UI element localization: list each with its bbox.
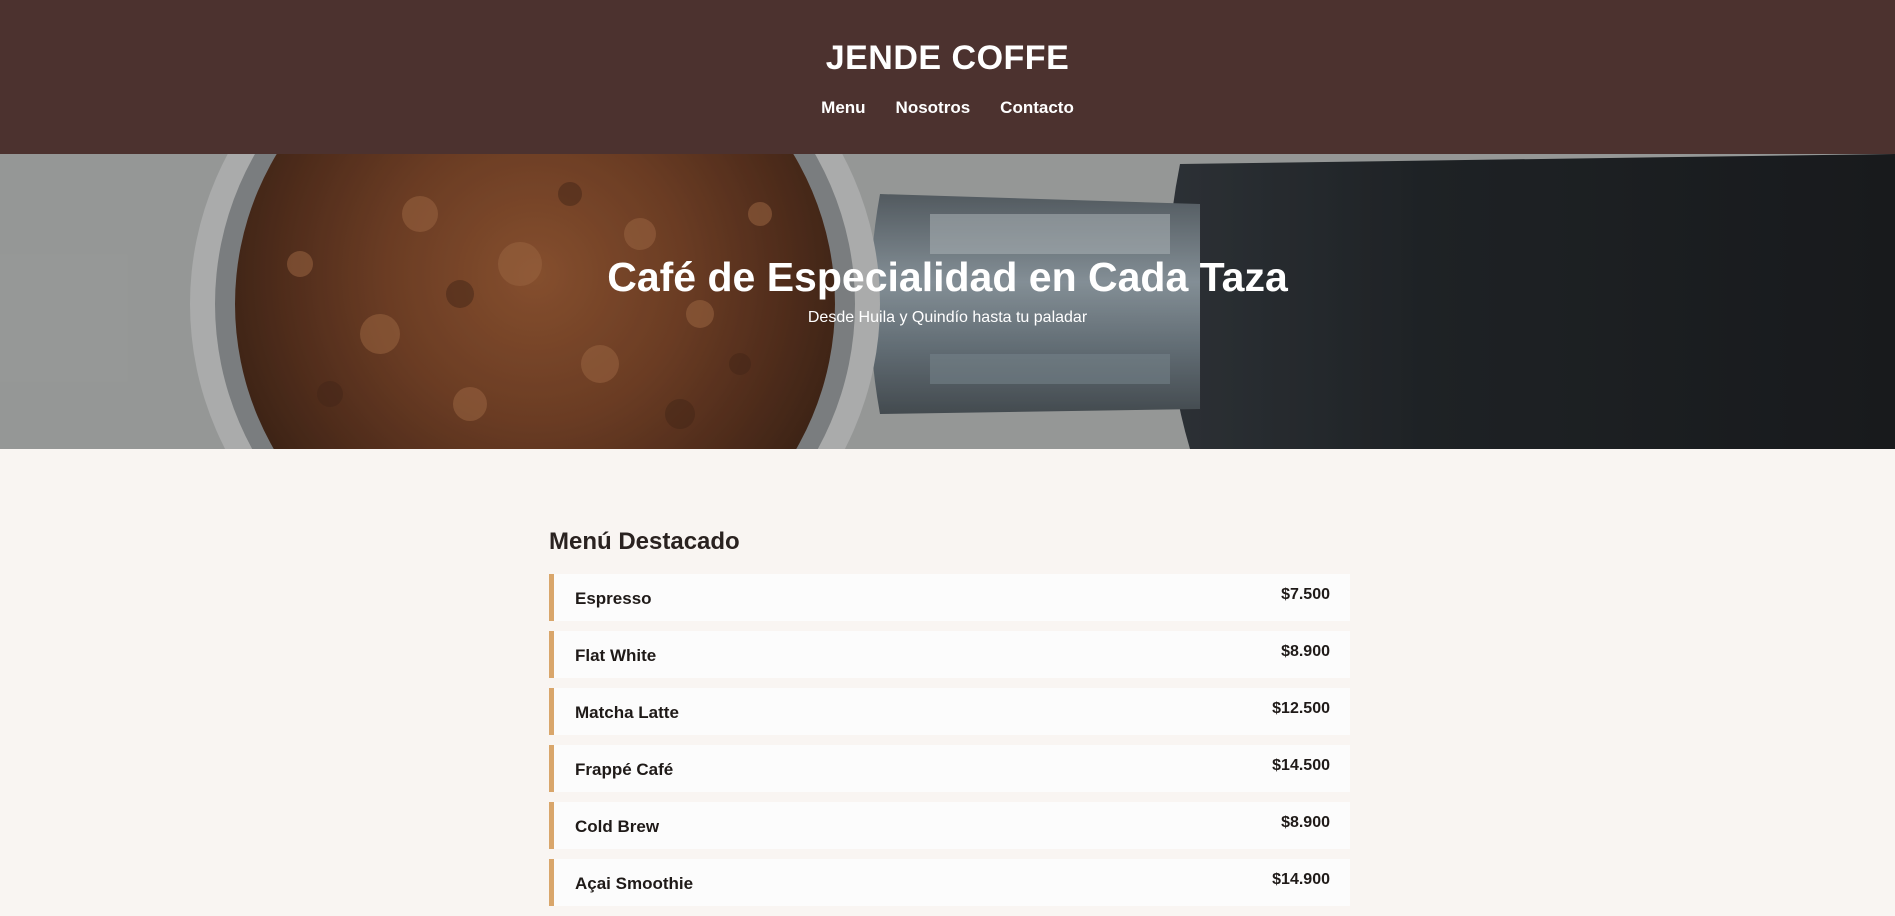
menu-item: Cold Brew $8.900 [549, 802, 1350, 849]
hero-banner: Café de Especialidad en Cada Taza Desde … [0, 154, 1895, 449]
menu-item-price: $14.900 [1272, 871, 1330, 888]
menu-item-name: Espresso [575, 589, 652, 608]
menu-item-name: Matcha Latte [575, 703, 679, 722]
site-header: JENDE COFFE Menu Nosotros Contacto [0, 0, 1895, 154]
main-nav: Menu Nosotros Contacto [0, 96, 1895, 120]
site-title: JENDE COFFE [825, 39, 1070, 77]
menu-item-price: $14.500 [1272, 757, 1330, 774]
menu-item: Flat White $8.900 [549, 631, 1350, 678]
menu-item-price: $12.500 [1272, 700, 1330, 717]
nav-link-nosotros[interactable]: Nosotros [896, 96, 971, 120]
menu-item: Açai Smoothie $14.900 [549, 859, 1350, 906]
menu-item-price: $8.900 [1281, 643, 1330, 660]
featured-menu: Menú Destacado Espresso $7.500 Flat Whit… [549, 527, 1350, 916]
menu-item-name: Cold Brew [575, 817, 660, 836]
menu-item: Espresso $7.500 [549, 574, 1350, 621]
menu-list: Espresso $7.500 Flat White $8.900 Matcha… [549, 574, 1350, 906]
menu-item: Frappé Café $14.500 [549, 745, 1350, 792]
menu-item-price: $8.900 [1281, 814, 1330, 831]
hero-title: Café de Especialidad en Cada Taza [607, 254, 1288, 300]
menu-heading: Menú Destacado [549, 528, 740, 555]
nav-link-contacto[interactable]: Contacto [1000, 96, 1074, 120]
menu-item-price: $7.500 [1281, 586, 1330, 603]
nav-link-menu[interactable]: Menu [821, 96, 865, 120]
menu-item-name: Flat White [575, 646, 657, 665]
hero-subtitle: Desde Huila y Quindío hasta tu paladar [807, 309, 1088, 326]
menu-item: Matcha Latte $12.500 [549, 688, 1350, 735]
menu-item-name: Frappé Café [575, 760, 674, 779]
menu-item-name: Açai Smoothie [575, 874, 694, 893]
